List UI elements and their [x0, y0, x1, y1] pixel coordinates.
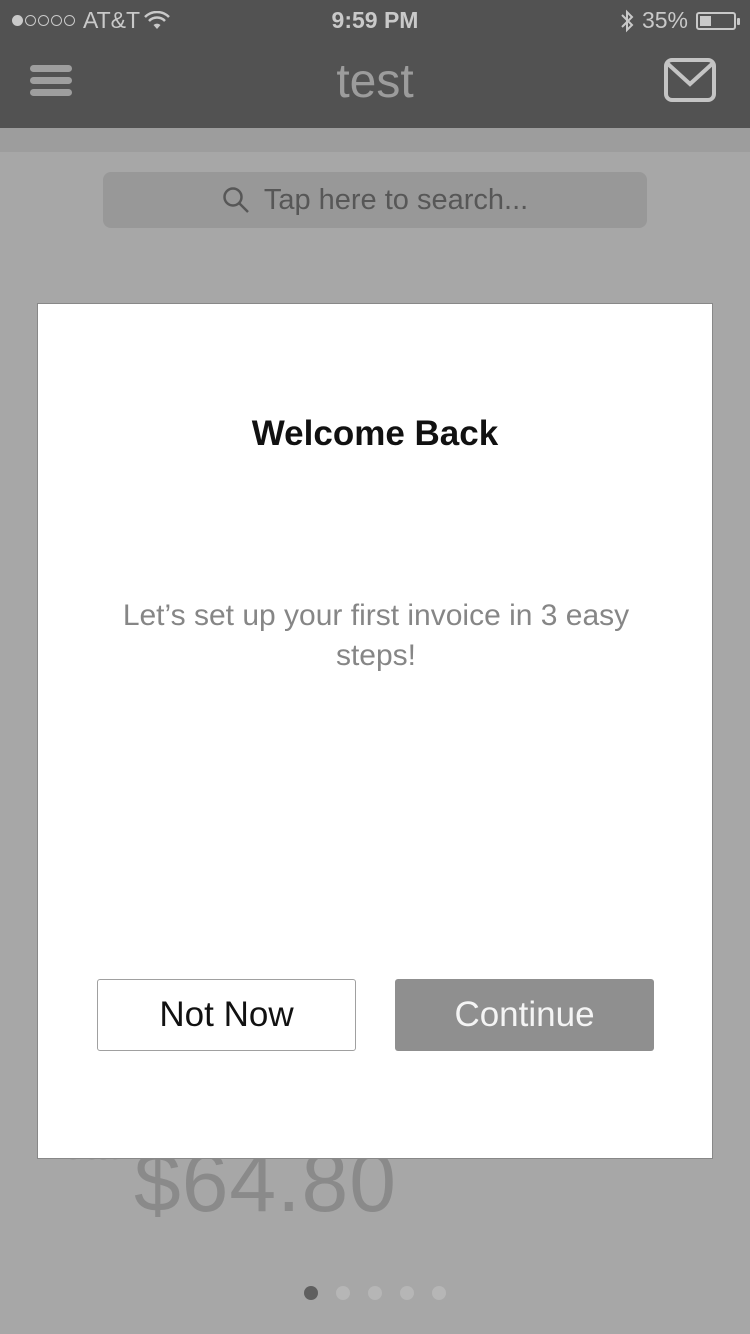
battery-icon: [696, 11, 740, 30]
search-icon: [223, 187, 249, 213]
not-now-button[interactable]: Not Now: [97, 979, 356, 1051]
sub-header-strip: [0, 128, 750, 152]
search-bar[interactable]: Tap here to search...: [103, 172, 647, 228]
dialog-message: Let’s set up your first invoice in 3 eas…: [122, 599, 630, 672]
page-title: test: [336, 55, 414, 108]
search-placeholder: Tap here to search...: [263, 183, 529, 216]
status-right: 35%: [620, 7, 740, 34]
dialog-title: Welcome Back: [251, 414, 499, 453]
page-dot[interactable]: [368, 1286, 382, 1300]
continue-button[interactable]: Continue: [395, 979, 654, 1051]
status-bar: AT&T 9:59 PM 35%: [0, 0, 750, 40]
battery-percent: 35%: [641, 7, 688, 33]
page-dot[interactable]: [336, 1286, 350, 1300]
page-indicator: [0, 1286, 750, 1300]
page-dot[interactable]: [432, 1286, 446, 1300]
welcome-dialog: Welcome Back Let’s set up your first inv…: [37, 303, 713, 1159]
page-dot[interactable]: [400, 1286, 414, 1300]
navigation-bar: test: [0, 40, 750, 128]
page-dot[interactable]: [304, 1286, 318, 1300]
bluetooth-icon: [621, 9, 634, 32]
envelope-icon[interactable]: [664, 58, 716, 102]
